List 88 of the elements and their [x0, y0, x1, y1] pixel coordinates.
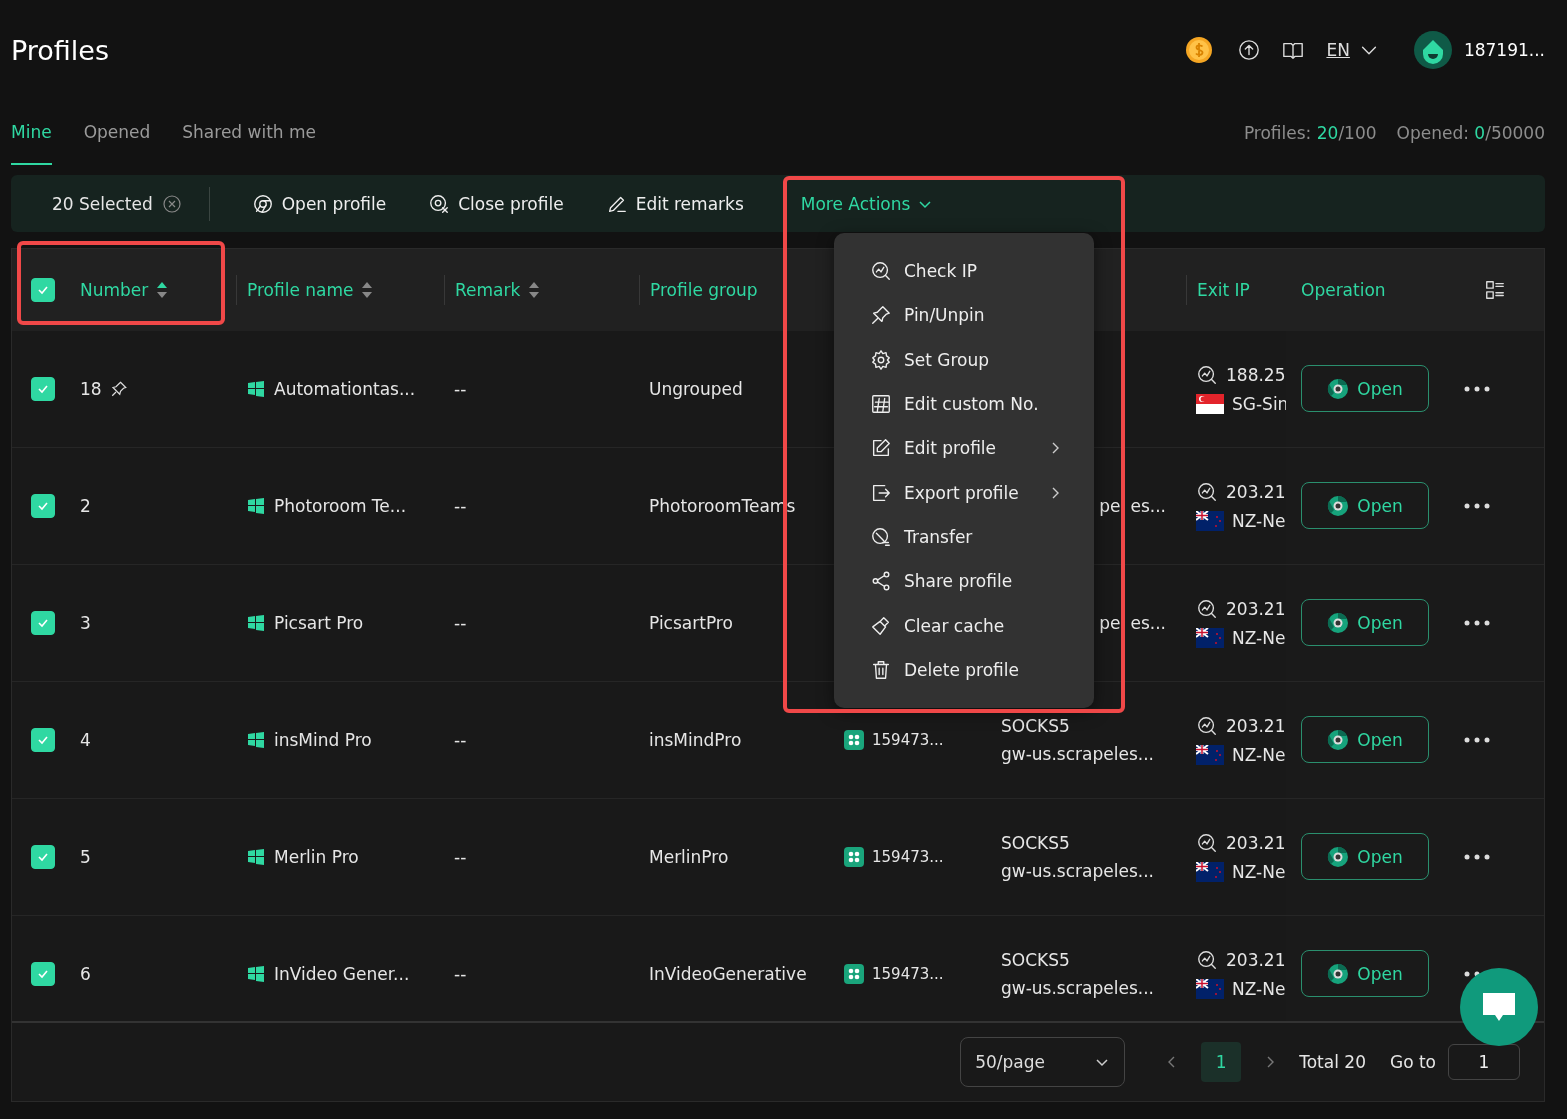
tag-id: 159473... [872, 964, 944, 983]
menu-item[interactable]: Edit custom No. [870, 381, 1060, 427]
menu-item[interactable]: Share profile [870, 559, 1060, 604]
proxy-host: gw-us.scrapeles... [1001, 860, 1154, 881]
toolbar-button[interactable]: Close profile [428, 192, 564, 215]
open-button[interactable]: Open [1301, 950, 1429, 998]
region-text: NZ-Ne [1232, 744, 1286, 765]
profile-name[interactable]: Photoroom Te... [274, 495, 407, 516]
profile-number: 5 [80, 846, 91, 867]
region-text: NZ-Ne [1232, 627, 1286, 648]
profile-number: 2 [80, 495, 91, 516]
menu-item[interactable]: Transfer [870, 514, 1060, 560]
region-text: NZ-Ne [1232, 978, 1286, 999]
proxy-type: SOCKS5 [1001, 715, 1070, 736]
proxy-host-fragment: es... [1130, 495, 1166, 516]
ip-address: 203.21 [1226, 949, 1286, 970]
proxy-host: gw-us.scrapeles... [1001, 743, 1154, 764]
profile-name[interactable]: insMind Pro [274, 729, 372, 750]
group-name: PicsartPro [649, 612, 733, 633]
ip-address: 203.21 [1226, 715, 1286, 736]
stat-text: Profiles: 20/100 [1243, 122, 1377, 143]
goto-label: Go to [1389, 1052, 1436, 1073]
page-button[interactable]: 1 [1201, 1042, 1242, 1083]
profile-number: 3 [80, 612, 91, 633]
page-size-select[interactable]: 50/page [960, 1037, 1126, 1088]
open-button[interactable]: Open [1301, 716, 1429, 764]
profile-name[interactable]: InVideo Gener... [274, 963, 410, 984]
profile-number: 4 [80, 729, 91, 750]
ip-address: 203.21 [1226, 598, 1286, 619]
region-text: NZ-Ne [1232, 510, 1286, 531]
profile-number: 6 [80, 963, 91, 984]
goto-input[interactable]: 1 [1448, 1044, 1520, 1081]
group-name: MerlinPro [649, 846, 729, 867]
proxy-host-fragment: pe [1099, 612, 1121, 633]
region-text: SG-Sin [1232, 393, 1286, 414]
menu-item[interactable]: Pin/Unpin [870, 293, 1060, 338]
tag-id: 159473... [872, 847, 944, 866]
language-selector[interactable]: EN [1326, 39, 1380, 61]
column-header[interactable]: Number [80, 279, 149, 300]
proxy-type: SOCKS5 [1001, 949, 1070, 970]
menu-item[interactable]: Check IP [870, 249, 1060, 294]
selection-count: 20 Selected [52, 193, 153, 214]
column-header[interactable]: Exit IP [1197, 279, 1250, 300]
menu-item[interactable]: Set Group [870, 337, 1060, 382]
ip-address: 188.25 [1226, 364, 1286, 385]
group-name: insMindPro [649, 729, 742, 750]
user-name[interactable]: 187191... [1463, 40, 1545, 60]
profile-number: 18 [80, 378, 102, 399]
region-text: NZ-Ne [1232, 861, 1286, 882]
proxy-host-fragment: es... [1130, 612, 1166, 633]
menu-item[interactable]: Delete profile [870, 647, 1060, 692]
group-name: InVideoGenerative [649, 963, 807, 984]
open-button[interactable]: Open [1301, 482, 1429, 530]
toolbar-button[interactable]: Edit remarks [605, 192, 744, 215]
proxy-host-fragment: pe [1099, 495, 1121, 516]
menu-item[interactable]: Clear cache [870, 603, 1060, 648]
tab[interactable]: Mine [11, 100, 52, 165]
ip-address: 203.21 [1226, 481, 1286, 502]
open-button[interactable]: Open [1301, 833, 1429, 881]
column-header[interactable]: Profile group [650, 279, 758, 300]
more-actions-button[interactable]: More Actions [800, 193, 933, 214]
profile-name[interactable]: Picsart Pro [274, 612, 364, 633]
toolbar-button[interactable]: Open profile [251, 192, 387, 215]
column-header[interactable]: Remark [455, 279, 521, 300]
menu-item[interactable]: Export profile [870, 470, 1060, 515]
ip-address: 203.21 [1226, 832, 1286, 853]
total-count: Total 20 [1299, 1052, 1366, 1073]
tag-id: 159473... [872, 730, 944, 749]
profile-name[interactable]: Merlin Pro [274, 846, 359, 867]
group-name: Ungrouped [649, 378, 743, 399]
column-header[interactable]: Profile name [247, 279, 354, 300]
remark-text: -- [454, 378, 467, 399]
open-button[interactable]: Open [1301, 365, 1429, 413]
open-button[interactable]: Open [1301, 599, 1429, 647]
proxy-type: SOCKS5 [1001, 832, 1070, 853]
column-header: Operation [1301, 279, 1386, 300]
proxy-host: gw-us.scrapeles... [1001, 977, 1154, 998]
remark-text: -- [454, 495, 467, 516]
remark-text: -- [454, 963, 467, 984]
remark-text: -- [454, 729, 467, 750]
tab[interactable]: Opened [83, 100, 151, 165]
stat-text: Opened: 0/50000 [1396, 122, 1545, 143]
tab[interactable]: Shared with me [182, 100, 317, 165]
remark-text: -- [454, 846, 467, 867]
profile-name[interactable]: Automationtas... [274, 378, 416, 399]
menu-item[interactable]: Edit profile [870, 426, 1060, 471]
page-title: Profiles [11, 34, 111, 66]
remark-text: -- [454, 612, 467, 633]
